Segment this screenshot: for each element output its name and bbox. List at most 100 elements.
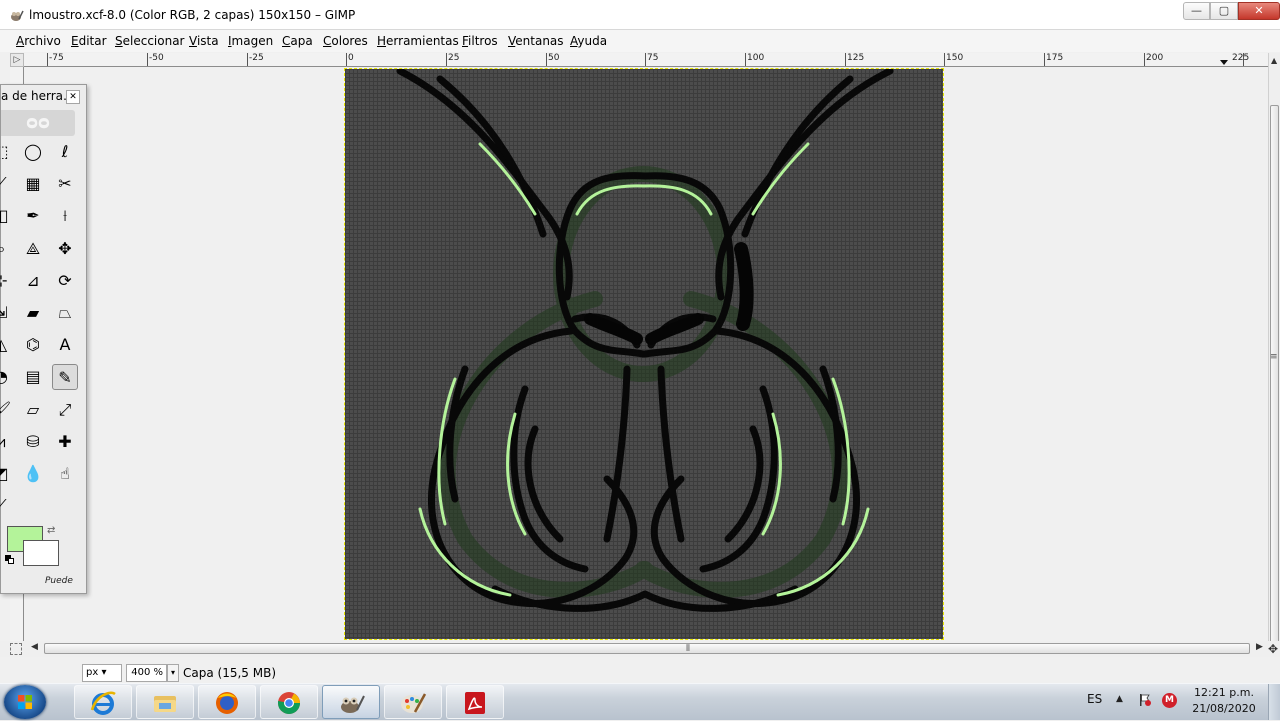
taskbar: ES ▲ M 12:21 p.m. 21/08/2020 [0,683,1280,720]
vertical-scrollbar[interactable]: ▲ [1268,53,1280,661]
show-desktop-button[interactable] [1268,684,1280,720]
free-select-icon[interactable]: ℓ [52,139,78,165]
taskbar-file-explorer[interactable] [136,685,194,719]
paths-icon[interactable]: ✒ [20,203,46,229]
swap-colors-icon[interactable]: ⇄ [47,525,55,536]
gimp-app-icon [11,10,24,21]
clock-time[interactable]: 12:21 p.m. [1188,686,1260,699]
image-canvas[interactable] [344,68,944,640]
status-message: Capa (15,5 MB) [183,666,276,680]
firefox-icon [216,692,238,714]
toolbox-window[interactable]: a de herra… ✕ ᴑᴑ ⇄ Puede ⬚ ◯ ℓ ⟋ ▦ ✂ ◧ ✒ ⟊ ⌕ ⟁ ✥ ⊹ ⊿ ⟳… [0,84,87,594]
bucket-fill-icon[interactable]: ◔ [0,364,14,390]
taskbar-paint[interactable] [384,685,442,719]
scroll-right-arrow-icon[interactable]: ▶ [1256,642,1263,652]
start-button[interactable] [4,685,46,719]
perspective-clone-icon[interactable]: ◩ [0,461,14,487]
horizontal-ruler[interactable]: -75 -50 -25 0 25 50 75 100 125 150 175 2… [24,53,1268,67]
select-by-color-icon[interactable]: ▦ [20,171,46,197]
scroll-left-arrow-icon[interactable]: ◀ [31,642,38,652]
airbrush-icon[interactable]: ⤢ [52,397,78,423]
scroll-up-arrow-icon[interactable]: ▲ [1271,56,1277,65]
ruler-label: 0 [348,53,354,63]
gimp-icon [341,695,365,713]
menu-ventanas[interactable]: Ventanas [508,34,564,48]
unit-select[interactable]: px ▾ [82,664,122,682]
maximize-button[interactable]: ▢ [1210,2,1238,20]
taskbar-firefox[interactable] [198,685,256,719]
paintbrush-icon[interactable]: 🖌 [0,397,14,423]
clone-icon[interactable]: ⛁ [20,429,46,455]
acrobat-icon [465,692,485,714]
zoom-dropdown-button[interactable]: ▾ [167,664,179,682]
rect-select-icon[interactable]: ⬚ [0,139,14,165]
menu-filtros[interactable]: Filtros [462,34,498,48]
taskbar-gimp[interactable] [322,685,380,719]
blend-icon[interactable]: ▤ [20,364,46,390]
cage-icon[interactable]: ⌬ [20,332,46,358]
heal-icon[interactable]: ✚ [52,429,78,455]
perspective-icon[interactable]: ⏢ [52,300,78,326]
close-button[interactable]: ✕ [1238,2,1280,20]
menu-herramientas[interactable]: Herramientas [377,34,459,48]
zoom-icon[interactable]: ⌕ [0,236,14,262]
horizontal-scroll-thumb[interactable]: ⦀ [44,643,1250,654]
ruler-label: 150 [946,53,964,63]
tray-language[interactable]: ES [1087,692,1102,706]
zoom-input[interactable]: 400 % [126,664,167,682]
menu-imagen[interactable]: Imagen [228,34,273,48]
menu-ayuda[interactable]: Ayuda [570,34,607,48]
menu-bar: Archivo Editar Seleccionar Vista Imagen … [0,30,1280,52]
vertical-scroll-thumb[interactable] [1270,105,1279,661]
ruler-corner-menu-button[interactable]: ▷ [10,53,24,67]
menu-colores[interactable]: Colores [323,34,368,48]
ruler-tick [1144,53,1145,66]
blur-icon[interactable]: 💧 [20,461,46,487]
scroll-grip-icon: ⦀ [686,644,690,654]
crop-icon[interactable]: ⊿ [20,268,46,294]
rotate-icon[interactable]: ⟳ [52,268,78,294]
ellipse-select-icon[interactable]: ◯ [20,139,46,165]
minimize-button[interactable]: — [1183,2,1210,20]
menu-capa[interactable]: Capa [282,34,313,48]
menu-seleccionar[interactable]: Seleccionar [115,34,185,48]
antivirus-tray-icon[interactable]: M [1162,693,1177,708]
navigate-icon[interactable]: ✥ [1268,642,1278,656]
taskbar-internet-explorer[interactable] [74,685,132,719]
paint-icon [401,693,427,713]
default-colors-icon[interactable] [5,555,15,565]
toolbox-close-button[interactable]: ✕ [66,90,80,104]
eraser-icon[interactable]: ▱ [20,397,46,423]
flip-icon[interactable]: ◭ [0,332,14,358]
text-icon[interactable]: A [52,332,78,358]
fuzzy-select-icon[interactable]: ⟋ [0,171,14,197]
taskbar-acrobat[interactable] [446,685,504,719]
align-icon[interactable]: ⊹ [0,268,14,294]
ink-icon[interactable]: ⩘ [0,429,14,455]
scissors-icon[interactable]: ✂ [52,171,78,197]
shear-icon[interactable]: ▰ [20,300,46,326]
quick-mask-toggle[interactable] [10,643,22,655]
background-color-swatch[interactable] [23,540,59,566]
color-picker-icon[interactable]: ⟊ [52,203,78,229]
window-title: lmoustro.xcf-8.0 (Color RGB, 2 capas) 15… [29,8,356,22]
clock-date[interactable]: 21/08/2020 [1188,702,1260,715]
action-center-flag-icon[interactable] [1138,693,1152,707]
menu-editar[interactable]: Editar [71,34,107,48]
move-icon[interactable]: ✥ [52,236,78,262]
smudge-icon[interactable]: ☝ [52,461,78,487]
menu-vista[interactable]: Vista [189,34,219,48]
ruler-label: 25 [448,53,460,63]
wilber-logo: ᴑᴑ [1,110,75,136]
menu-archivo[interactable]: Archivo [16,34,61,48]
scale-icon[interactable]: ⇲ [0,300,14,326]
pencil-icon[interactable]: ✎ [52,364,78,390]
dodge-burn-icon[interactable]: ⟋ [0,493,14,519]
file-explorer-icon [154,696,176,712]
measure-icon[interactable]: ⟁ [20,236,46,262]
foreground-select-icon[interactable]: ◧ [0,203,14,229]
tray-overflow-icon[interactable]: ▲ [1116,694,1123,704]
taskbar-chrome[interactable] [260,685,318,719]
canvas-area[interactable] [24,67,1268,641]
ruler-label: 225 [1232,53,1250,63]
